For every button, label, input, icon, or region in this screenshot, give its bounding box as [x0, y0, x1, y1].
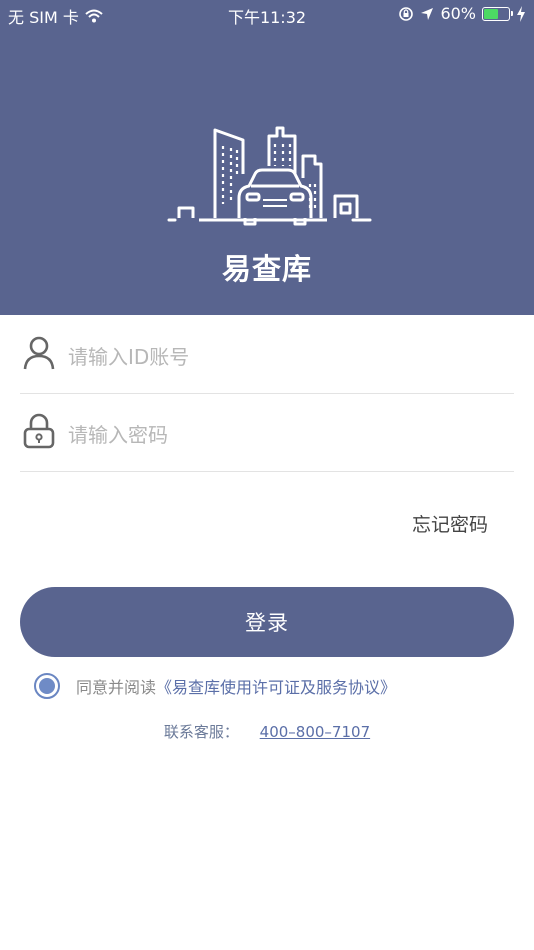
location-lock-icon [399, 6, 414, 21]
contact-label: 联系客服： [163, 723, 239, 741]
app-title: 易查库 [221, 252, 312, 286]
account-field[interactable]: 请输入ID账号 [20, 315, 514, 394]
contact-row: 联系客服： 400–800–7107 [0, 721, 534, 742]
city-car-logo-icon [167, 126, 372, 226]
agreement-row: 同意并阅读 《易查库使用许可证及服务协议》 [34, 672, 396, 700]
contact-phone-link[interactable]: 400–800–7107 [260, 723, 370, 741]
status-bar: 无 SIM 卡 下午11:32 60% [0, 0, 534, 28]
header-banner: 无 SIM 卡 下午11:32 60% 易查库 [0, 0, 534, 315]
battery-icon [482, 6, 513, 21]
account-placeholder: 请输入ID账号 [68, 345, 190, 369]
battery-fill [484, 8, 498, 19]
agreement-link[interactable]: 《易查库使用许可证及服务协议》 [156, 674, 396, 698]
login-button[interactable]: 登录 [20, 587, 514, 657]
password-field[interactable]: 请输入密码 [20, 393, 514, 472]
agreement-radio[interactable] [34, 673, 60, 699]
agreement-prefix: 同意并阅读 [76, 678, 157, 697]
lock-icon [23, 413, 55, 449]
user-icon [23, 336, 55, 370]
radio-dot [39, 678, 55, 694]
status-right: 60% [398, 4, 526, 23]
charging-icon [517, 5, 525, 22]
location-arrow-icon [421, 7, 434, 20]
password-placeholder: 请输入密码 [68, 423, 168, 447]
battery-percent: 60% [440, 4, 476, 23]
forgot-password-link[interactable]: 忘记密码 [412, 510, 488, 537]
